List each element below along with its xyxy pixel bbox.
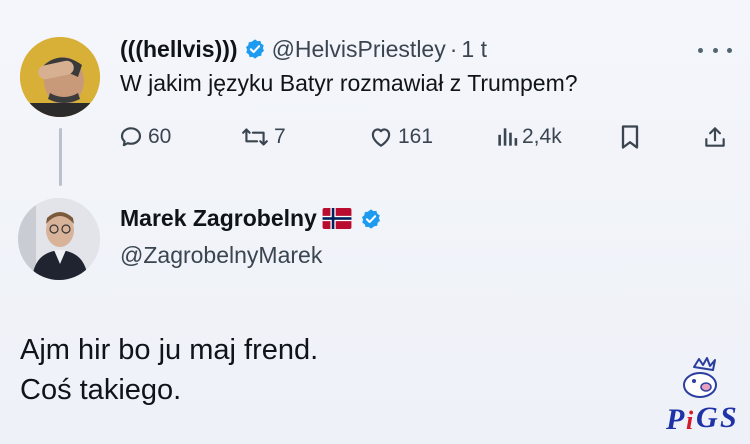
tweet2-text-line: Ajm hir bo ju maj frend. (20, 334, 319, 366)
avatar-zagrobelny[interactable] (18, 198, 100, 280)
avatar-zagrobelny-image (18, 198, 100, 280)
svg-text:P: P (665, 403, 685, 435)
tweet2-display-name[interactable]: Marek Zagrobelny (120, 205, 317, 232)
share-icon (705, 127, 725, 147)
views-icon (498, 128, 518, 146)
verified-badge-icon (360, 208, 382, 230)
pigs-watermark-logo: P i G S (660, 355, 746, 436)
like-count: 161 (398, 125, 434, 148)
tweet1-header: (((hellvis))) @HelvisPriestley · 1 t (120, 33, 487, 65)
tweet2-header: Marek Zagrobelny (120, 205, 388, 232)
more-options-icon[interactable] (698, 38, 732, 62)
thread-connector-line (59, 128, 62, 186)
reply-button[interactable]: 60 (118, 120, 171, 154)
bookmark-button[interactable] (618, 120, 642, 154)
like-button[interactable]: 161 (368, 120, 433, 154)
tweet1-handle[interactable]: @HelvisPriestley (272, 36, 446, 63)
tweet1-timestamp[interactable]: 1 t (461, 36, 487, 63)
verified-badge-icon (244, 38, 266, 60)
heart-icon (371, 128, 391, 147)
svg-text:S: S (720, 401, 737, 434)
tweet1-text: W jakim języku Batyr rozmawiał z Trumpem… (120, 70, 578, 96)
reply-icon (120, 127, 142, 147)
svg-text:G: G (696, 401, 718, 434)
retweet-icon (242, 128, 268, 146)
retweet-count: 7 (274, 125, 286, 148)
avatar-hellvis[interactable] (20, 37, 100, 117)
share-button[interactable] (702, 120, 728, 154)
tweet2-text: Ajm hir bo ju maj frend. Coś takiego. (20, 330, 318, 410)
avatar-hellvis-image (20, 37, 100, 117)
svg-text:i: i (686, 406, 694, 435)
reply-count: 60 (148, 125, 172, 148)
tweet1-actions-bar: 60 7 161 2,4k (118, 120, 730, 154)
views-button[interactable]: 2,4k (496, 120, 562, 154)
norway-flag-icon (322, 208, 352, 229)
bookmark-icon (621, 125, 639, 149)
views-count: 2,4k (522, 125, 562, 148)
tweet1-display-name[interactable]: (((hellvis))) (120, 36, 238, 63)
tweet2-handle[interactable]: @ZagrobelnyMarek (120, 242, 322, 269)
tweet1-separator: · (449, 35, 458, 62)
tweet2-text-line: Coś takiego. (20, 374, 182, 406)
retweet-button[interactable]: 7 (240, 120, 286, 154)
